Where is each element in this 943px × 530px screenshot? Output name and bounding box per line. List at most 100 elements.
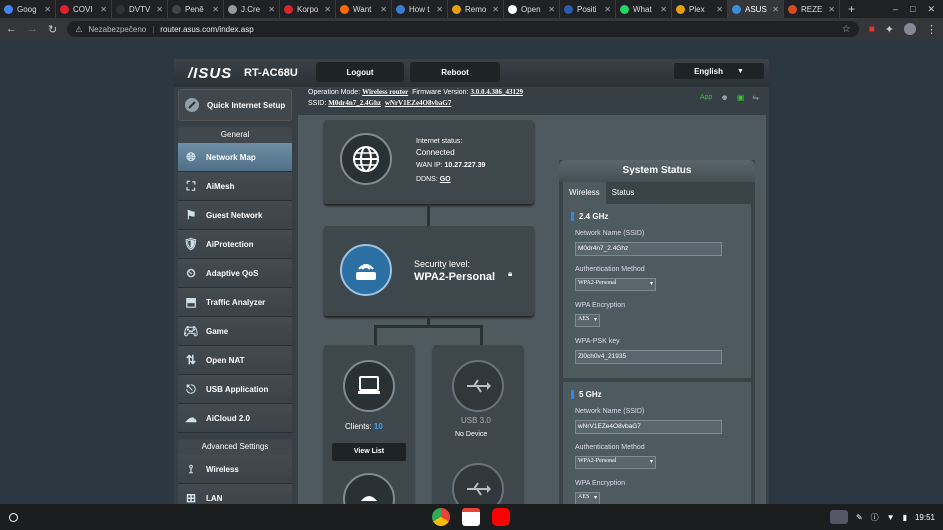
tab-status[interactable]: Status	[606, 182, 641, 204]
aimesh-icon: ⛶	[186, 178, 196, 193]
sidebar-item[interactable]: ⊞ LAN	[178, 484, 292, 504]
usb-icon[interactable]: ⇋	[752, 92, 759, 103]
sidebar-item[interactable]: ⏲︎ Adaptive QoS	[178, 259, 292, 288]
close-tab-icon[interactable]: ✕	[100, 5, 107, 14]
sidebar-item[interactable]: ⬒ Traffic Analyzer	[178, 288, 292, 317]
ssid-input-5[interactable]: wNrV1EZe4O8vbaG7	[575, 420, 722, 434]
battery-icon: ▮	[902, 512, 907, 522]
chrome-icon[interactable]	[432, 508, 450, 526]
forward-icon[interactable]: →	[27, 23, 38, 35]
logout-button[interactable]: Logout	[316, 62, 404, 82]
ddns-go-link[interactable]: GO	[440, 176, 451, 183]
back-icon[interactable]: ←	[6, 23, 17, 35]
internet-card[interactable]: Internet status: Connected WAN IP: 10.27…	[324, 120, 534, 204]
clipboard-icon[interactable]: ✎	[856, 513, 863, 522]
extension-icon[interactable]: ■	[869, 24, 875, 35]
language-select[interactable]: English ▼	[674, 63, 764, 79]
system-tray[interactable]: ✎ ⓘ ▼ ▮ 19:51	[829, 504, 935, 530]
ssid1-link[interactable]: M0dr4n7_2.4Ghz	[328, 99, 381, 107]
ssid2-link[interactable]: wNrV1EZe4O8vbaG7	[385, 99, 452, 107]
close-tab-icon[interactable]: ✕	[660, 5, 667, 14]
browser-tab[interactable]: How t ✕	[392, 0, 448, 18]
sidebar-item[interactable]: 🎮︎ Game	[178, 317, 292, 346]
sidebar-item[interactable]: ☁︎ AiCloud 2.0	[178, 404, 292, 433]
browser-tab[interactable]: Want ✕	[336, 0, 392, 18]
menu-icon[interactable]: ⋮	[926, 23, 937, 36]
close-tab-icon[interactable]: ✕	[828, 5, 835, 14]
sidebar-item[interactable]: ⟟ Wireless	[178, 455, 292, 484]
usb-card[interactable]: USB 3.0 No Device	[433, 345, 523, 504]
enc-select-5[interactable]: AES ▾	[575, 492, 600, 504]
sidebar-item[interactable]: 🛡︎ AiProtection	[178, 230, 292, 259]
profile-icon[interactable]	[904, 23, 916, 35]
browser-tab[interactable]: ASUS ✕	[728, 0, 784, 18]
browser-tab[interactable]: Goog ✕	[0, 0, 56, 18]
launcher-icon[interactable]	[9, 512, 18, 522]
sidebar-item[interactable]: ⇅ Open NAT	[178, 346, 292, 375]
enc-select-24[interactable]: AES ▾	[575, 314, 600, 327]
browser-tab[interactable]: J.Cre ✕	[224, 0, 280, 18]
view-list-button[interactable]: View List	[332, 443, 406, 461]
close-tab-icon[interactable]: ✕	[492, 5, 499, 14]
tab-wireless[interactable]: Wireless	[563, 182, 606, 204]
close-tab-icon[interactable]: ✕	[716, 5, 723, 14]
psk-input-24[interactable]: Zl0ch0v4_21935	[575, 350, 722, 364]
thumbnail-icon[interactable]	[829, 510, 848, 524]
star-icon[interactable]: ☆	[842, 24, 851, 35]
monitor-icon[interactable]	[343, 360, 395, 412]
clients-card[interactable]: Clients: 10 View List	[324, 345, 414, 504]
info-bar: Operation Mode: Wireless router Firmware…	[308, 87, 769, 109]
close-tab-icon[interactable]: ✕	[324, 5, 331, 14]
network-icon[interactable]: ▣	[737, 92, 745, 103]
router-icon[interactable]	[340, 244, 392, 296]
close-tab-icon[interactable]: ✕	[212, 5, 219, 14]
firmware-link[interactable]: 3.0.0.4.386_43129	[470, 88, 523, 96]
close-tab-icon[interactable]: ✕	[436, 5, 443, 14]
close-icon[interactable]: ✕	[927, 4, 935, 15]
close-tab-icon[interactable]: ✕	[156, 5, 163, 14]
browser-tab[interactable]: COVI ✕	[56, 0, 112, 18]
op-mode-link[interactable]: Wireless router	[362, 88, 408, 96]
close-tab-icon[interactable]: ✕	[548, 5, 555, 14]
browser-tab[interactable]: Remo ✕	[448, 0, 504, 18]
browser-tab[interactable]: Plex ✕	[672, 0, 728, 18]
close-tab-icon[interactable]: ✕	[772, 5, 779, 14]
sidebar-item[interactable]: ⎋ USB Application	[178, 375, 292, 404]
minimize-icon[interactable]: –	[893, 4, 898, 14]
globe-icon[interactable]	[340, 133, 392, 185]
maximize-icon[interactable]: □	[910, 4, 915, 14]
puzzle-icon[interactable]: ✦	[885, 23, 894, 36]
usb-port-icon-2[interactable]	[452, 463, 504, 504]
browser-tab[interactable]: Korpo ✕	[280, 0, 336, 18]
quick-internet-setup[interactable]: Quick Internet Setup	[178, 89, 292, 121]
auth-select-5[interactable]: WPA2-Personal ▾	[575, 456, 656, 469]
insecure-label: Nezabezpečeno	[88, 24, 147, 34]
gmail-icon[interactable]	[462, 508, 480, 526]
router-card[interactable]: Security level: WPA2-Personal 🔒︎	[324, 226, 534, 316]
sidebar-item[interactable]: 🌐︎ Network Map	[178, 143, 292, 172]
reload-icon[interactable]: ↻	[48, 23, 57, 36]
browser-tab[interactable]: Positi ✕	[560, 0, 616, 18]
browser-tab[interactable]: Open ✕	[504, 0, 560, 18]
browser-tab[interactable]: What ✕	[616, 0, 672, 18]
new-tab-button[interactable]: +	[840, 2, 863, 16]
app-link[interactable]: App	[700, 92, 712, 103]
browser-tab[interactable]: Peně ✕	[168, 0, 224, 18]
sidebar-item[interactable]: ⚑ Guest Network	[178, 201, 292, 230]
sidebar-item[interactable]: ⛶ AiMesh	[178, 172, 292, 201]
auth-select-24[interactable]: WPA2-Personal ▾	[575, 278, 656, 291]
users-icon[interactable]: ☻	[720, 92, 728, 103]
close-tab-icon[interactable]: ✕	[268, 5, 275, 14]
ssid-input-24[interactable]: M0dr4n7_2.4Ghz	[575, 242, 722, 256]
omnibox[interactable]: ⚠ Nezabezpečeno | router.asus.com/index.…	[67, 21, 859, 37]
aimesh-node-icon[interactable]	[343, 473, 395, 504]
close-tab-icon[interactable]: ✕	[604, 5, 611, 14]
close-tab-icon[interactable]: ✕	[44, 5, 51, 14]
close-tab-icon[interactable]: ✕	[380, 5, 387, 14]
browser-tab[interactable]: DVTV ✕	[112, 0, 168, 18]
browser-tab[interactable]: REZE ✕	[784, 0, 840, 18]
connector-line	[374, 325, 482, 328]
usb-port-icon[interactable]	[452, 360, 504, 412]
youtube-icon[interactable]	[492, 508, 510, 526]
reboot-button[interactable]: Reboot	[410, 62, 500, 82]
